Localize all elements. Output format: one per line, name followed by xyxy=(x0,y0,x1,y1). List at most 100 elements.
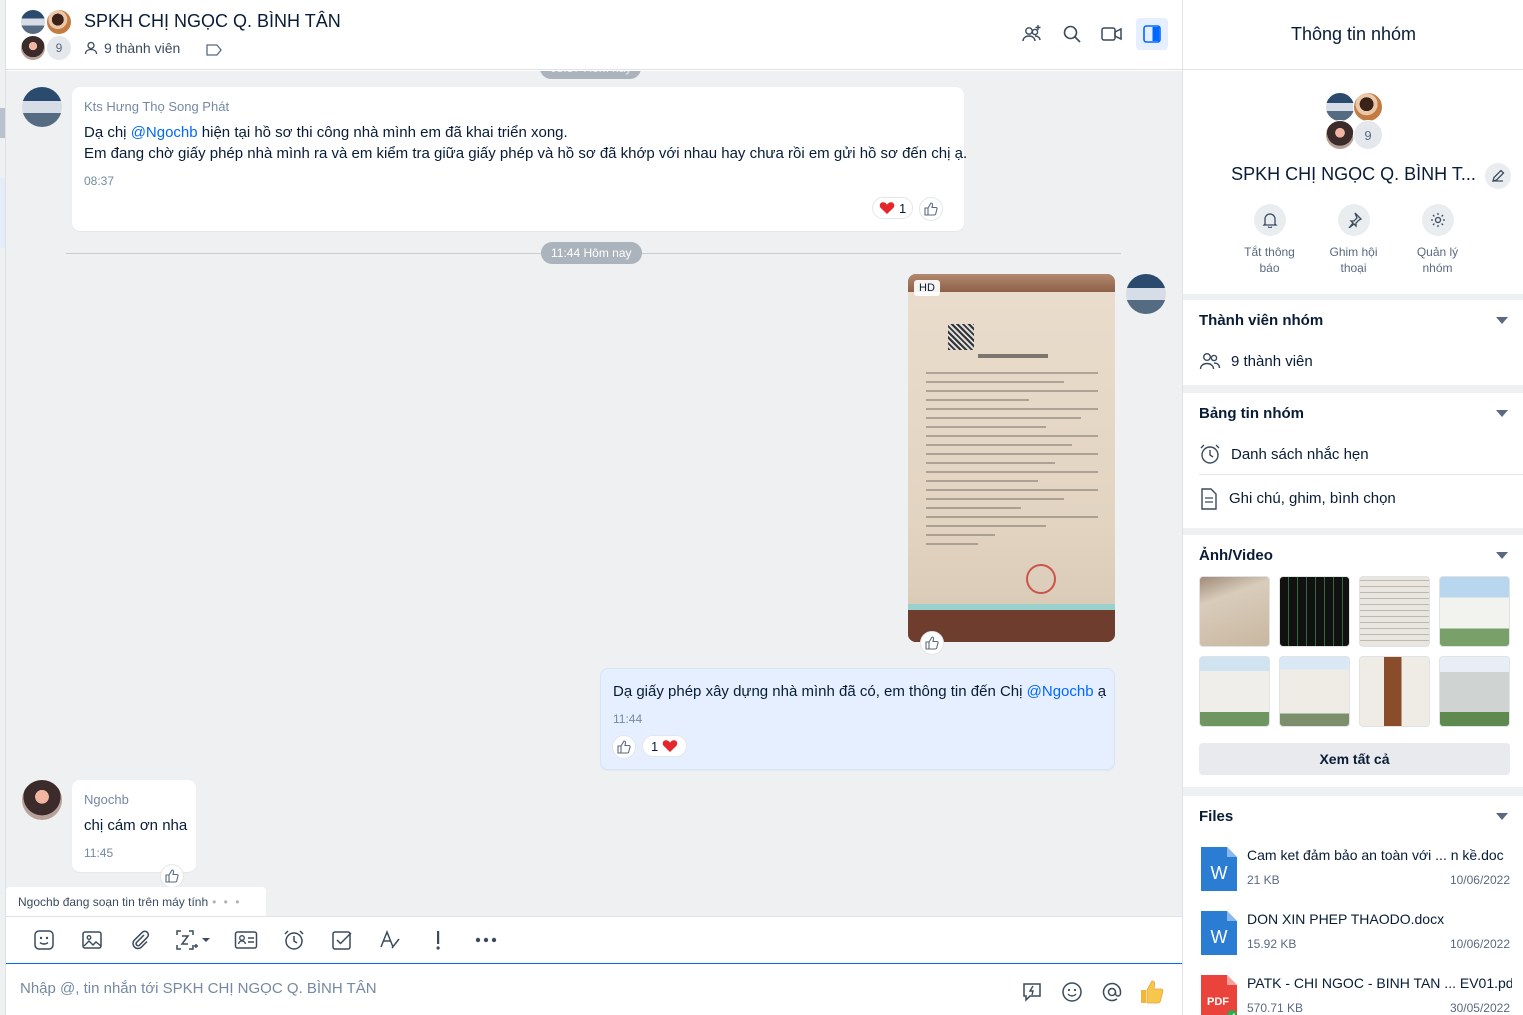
sticker-button[interactable] xyxy=(20,920,68,960)
like-button[interactable] xyxy=(160,864,184,888)
members-link[interactable]: 9 thành viên xyxy=(84,40,180,56)
send-image-button[interactable] xyxy=(68,920,116,960)
file-date: 10/06/2022 xyxy=(1449,937,1510,951)
file-item[interactable]: W Cam ket đảm bảo an toàn với ... n kề.d… xyxy=(1183,839,1523,903)
mention-button[interactable] xyxy=(1096,976,1128,1008)
like-button[interactable] xyxy=(612,735,636,759)
send-contact-card-button[interactable] xyxy=(222,920,270,960)
file-size: 570.71 KB xyxy=(1247,1001,1304,1015)
group-users-icon xyxy=(1199,353,1221,370)
like-button[interactable] xyxy=(919,197,944,221)
video-call-button[interactable] xyxy=(1096,18,1128,50)
media-thumbnail[interactable] xyxy=(1199,656,1270,727)
conversation-title[interactable]: SPKH CHỊ NGỌC Q. BÌNH TÂN xyxy=(84,11,341,32)
red-stamp xyxy=(1026,564,1056,594)
caret-down-icon xyxy=(1496,813,1508,820)
more-options-button[interactable] xyxy=(462,920,510,960)
reminder-button[interactable] xyxy=(270,920,318,960)
message-list[interactable]: 08:37 Hôm nay Kts Hưng Thọ Song Phát Dạ … xyxy=(6,71,1182,916)
message-text-part: Dạ chị xyxy=(84,124,131,141)
members-section-header[interactable]: Thành viên nhóm xyxy=(1183,300,1523,341)
reaction-count: 1 xyxy=(899,200,907,216)
media-section-header[interactable]: Ảnh/Video xyxy=(1183,535,1523,576)
my-avatar[interactable] xyxy=(1126,274,1166,314)
reminders-label: Danh sách nhắc hẹn xyxy=(1231,445,1369,463)
text-format-button[interactable] xyxy=(366,920,414,960)
image-attachment[interactable]: HD xyxy=(908,274,1115,642)
media-thumbnail[interactable] xyxy=(1199,576,1270,647)
search-button[interactable] xyxy=(1056,18,1088,50)
group-name: SPKH CHỊ NGỌC Q. BÌNH T... xyxy=(1231,164,1476,184)
reminders-row[interactable]: Danh sách nhắc hẹn xyxy=(1183,434,1523,474)
files-section-header[interactable]: Files xyxy=(1183,796,1523,839)
contact-card-icon xyxy=(234,931,258,949)
search-icon xyxy=(1063,25,1081,43)
media-thumbnail[interactable] xyxy=(1279,576,1350,647)
attach-file-button[interactable] xyxy=(116,920,164,960)
quick-message-button[interactable] xyxy=(1016,976,1048,1008)
media-thumbnail[interactable] xyxy=(1279,656,1350,727)
pin-conversation-button[interactable]: Ghim hội thoại xyxy=(1326,204,1382,276)
file-item[interactable]: PDF PATK - CHI NGOC - BINH TAN ... EV01.… xyxy=(1183,967,1523,1015)
add-member-button[interactable] xyxy=(1016,18,1048,50)
media-thumbnail[interactable] xyxy=(1439,656,1510,727)
file-date: 30/05/2022 xyxy=(1449,1001,1510,1015)
notes-row[interactable]: Ghi chú, ghim, bình chọn xyxy=(1199,474,1523,522)
file-date: 10/06/2022 xyxy=(1449,873,1510,887)
manage-group-button[interactable]: Quản lý nhóm xyxy=(1410,204,1466,276)
board-section-header[interactable]: Bảng tin nhóm xyxy=(1183,393,1523,434)
video-camera-icon xyxy=(1101,27,1122,41)
see-all-media-button[interactable]: Xem tất cả xyxy=(1199,743,1510,775)
member-count-badge: 9 xyxy=(46,35,72,61)
group-info-panel: Thông tin nhóm 9 SPKH CHỊ NGỌC Q. BÌNH T… xyxy=(1182,0,1523,1015)
mention-link[interactable]: @Ngochb xyxy=(131,124,198,141)
thumbs-up-filled-icon xyxy=(1141,980,1164,1004)
notes-label: Ghi chú, ghim, bình chọn xyxy=(1229,490,1396,507)
message-input[interactable] xyxy=(20,980,920,997)
more-dots-icon xyxy=(475,937,497,943)
hd-badge: HD xyxy=(914,280,940,296)
heart-icon xyxy=(879,202,895,214)
send-like-button[interactable] xyxy=(1136,976,1168,1008)
toggle-info-panel-button[interactable] xyxy=(1136,18,1168,50)
heart-reaction-chip[interactable]: 1 xyxy=(642,735,688,757)
section-title: Ảnh/Video xyxy=(1199,547,1273,564)
media-thumbnail[interactable] xyxy=(1359,576,1430,647)
members-count-label: 9 thành viên xyxy=(1231,352,1313,370)
message-bubble[interactable]: Ngochb chị cám ơn nha 11:45 xyxy=(72,780,196,872)
sender-avatar[interactable] xyxy=(22,87,62,127)
member-avatar xyxy=(20,9,46,35)
media-thumbnail[interactable] xyxy=(1439,576,1510,647)
edit-group-name-button[interactable] xyxy=(1485,163,1511,189)
group-avatar-large[interactable]: 9 xyxy=(1325,92,1385,152)
message-text-part: ạ xyxy=(1093,683,1107,700)
caret-down-icon xyxy=(1496,552,1508,559)
message-bubble[interactable]: Kts Hưng Thọ Song Phát Dạ chị @Ngochb hi… xyxy=(72,87,967,231)
group-board-section: Bảng tin nhóm Danh sách nhắc hẹn Ghi chú… xyxy=(1183,393,1523,528)
thumbs-up-icon xyxy=(617,740,631,754)
mention-link[interactable]: @Ngochb xyxy=(1027,683,1094,700)
like-button[interactable] xyxy=(920,631,944,655)
file-size: 21 KB xyxy=(1247,873,1280,887)
pdf-document-icon: PDF xyxy=(1201,975,1237,1015)
mute-notifications-button[interactable]: Tắt thông báo xyxy=(1242,204,1298,276)
smiley-icon xyxy=(1062,982,1082,1002)
members-row[interactable]: 9 thành viên xyxy=(1183,341,1523,381)
assign-task-button[interactable] xyxy=(318,920,366,960)
document-text-lines xyxy=(926,372,1098,552)
pin-icon xyxy=(1347,212,1362,228)
user-icon xyxy=(84,41,98,55)
action-label: Quản lý nhóm xyxy=(1416,245,1459,275)
caret-down-icon xyxy=(1496,410,1508,417)
sender-avatar[interactable] xyxy=(22,780,62,820)
file-size: 15.92 KB xyxy=(1247,937,1297,951)
tag-icon[interactable] xyxy=(206,43,222,61)
message-text: Dạ giấy phép xây dựng nhà mình đã có, em… xyxy=(613,681,1106,702)
screenshot-button[interactable] xyxy=(164,920,222,960)
media-thumbnail[interactable] xyxy=(1359,656,1430,727)
emoji-button[interactable] xyxy=(1056,976,1088,1008)
group-avatar[interactable]: 9 xyxy=(20,9,74,63)
mark-important-button[interactable] xyxy=(414,920,462,960)
heart-reaction-chip[interactable]: 1 xyxy=(872,197,914,219)
file-item[interactable]: W DON XIN PHEP THAODO.docx 15.92 KB 10/0… xyxy=(1183,903,1523,967)
